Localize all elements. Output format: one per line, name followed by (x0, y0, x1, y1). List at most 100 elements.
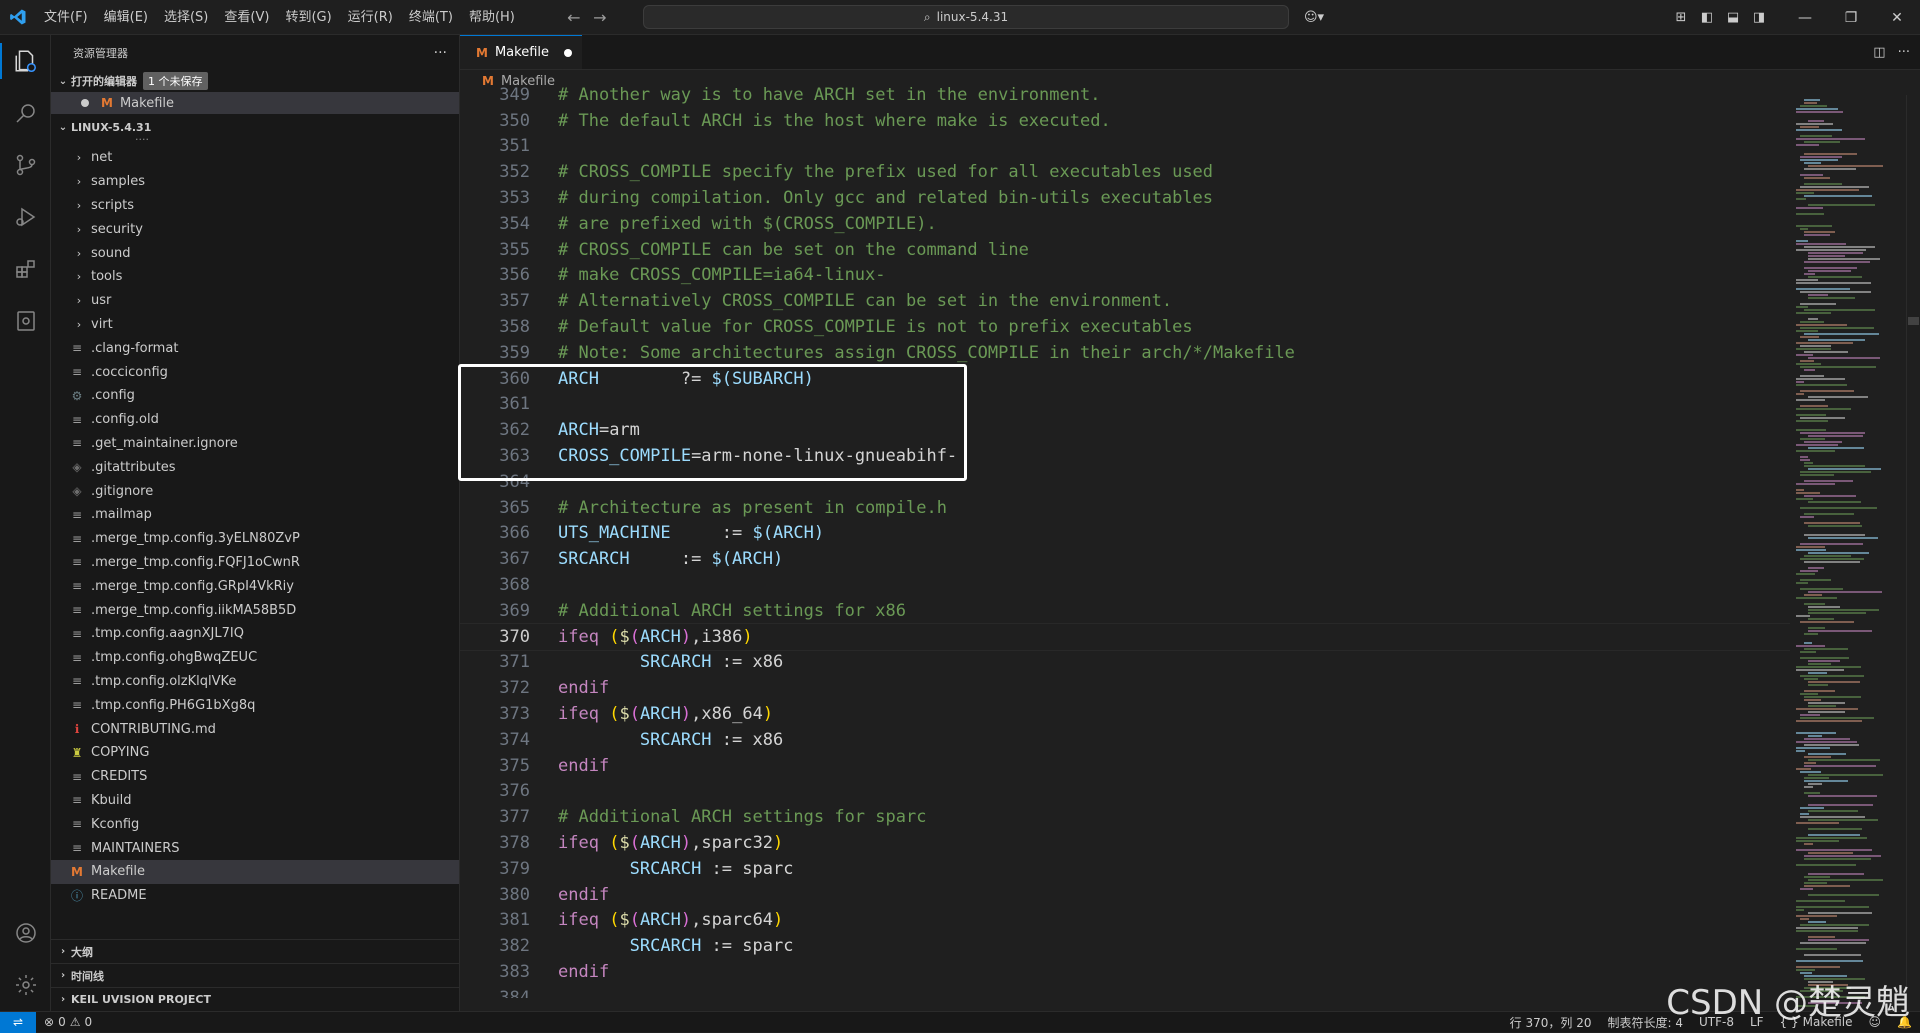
code-line[interactable]: 354 # are prefixed with $(CROSS_COMPILE). (460, 211, 1790, 237)
file-item[interactable]: ≡ .config.old (51, 408, 459, 432)
vertical-scrollbar[interactable] (1906, 95, 1920, 1011)
file-item[interactable]: ≡ .merge_tmp.config.FQFJ1oCwnR (51, 551, 459, 575)
code-line[interactable]: 350 # The default ARCH is the host where … (460, 108, 1790, 134)
code-line[interactable]: 382 SRCARCH := sparc (460, 933, 1790, 959)
remote-indicator-icon[interactable]: ⇌ (0, 1011, 36, 1033)
code-line[interactable]: 366 UTS_MACHINE := $(ARCH) (460, 521, 1790, 547)
code-line[interactable]: 367 SRCARCH := $(ARCH) (460, 546, 1790, 572)
command-center-search[interactable]: ⌕ linux-5.4.31 (643, 5, 1289, 29)
file-item[interactable]: ♜ COPYING (51, 741, 459, 765)
open-editors-section[interactable]: ⌄ 打开的编辑器 1 个未保存 (51, 70, 459, 92)
code-line[interactable]: 359 # Note: Some architectures assign CRO… (460, 340, 1790, 366)
close-button[interactable]: ✕ (1874, 0, 1920, 35)
file-item[interactable]: ◈ .gitignore (51, 479, 459, 503)
file-item[interactable]: ℹ CONTRIBUTING.md (51, 717, 459, 741)
folder-item[interactable]: › sound (51, 241, 459, 265)
tab-size[interactable]: 制表符长度: 4 (1599, 1014, 1691, 1031)
folder-item[interactable]: › net (51, 146, 459, 170)
file-item[interactable]: ≡ .tmp.config.ohgBwqZEUC (51, 646, 459, 670)
file-item[interactable]: ≡ .tmp.config.olzKlqlVKe (51, 670, 459, 694)
code-line[interactable]: 376 (460, 779, 1790, 805)
minimize-button[interactable]: — (1782, 0, 1828, 35)
toggle-primary-sidebar-icon[interactable]: ◧ (1694, 0, 1720, 35)
file-item[interactable]: ≡ .cocciconfig (51, 360, 459, 384)
menu-item[interactable]: 帮助(H) (461, 0, 523, 35)
back-arrow-icon[interactable]: ← (561, 8, 587, 27)
code-line[interactable]: 384 (460, 985, 1790, 998)
menu-item[interactable]: 转到(G) (277, 0, 339, 35)
toggle-panel-icon[interactable]: ⬓ (1720, 0, 1746, 35)
code-line[interactable]: 368 (460, 572, 1790, 598)
explorer-icon[interactable] (0, 35, 51, 87)
folder-item[interactable]: › usr (51, 289, 459, 313)
file-item[interactable]: ≡ CREDITS (51, 765, 459, 789)
code-line[interactable]: 363 CROSS_COMPILE=arm-none-linux-gnueabih… (460, 443, 1790, 469)
menu-item[interactable]: 终端(T) (401, 0, 461, 35)
minimap[interactable] (1790, 95, 1905, 1011)
more-actions-icon[interactable]: ··· (1898, 45, 1910, 60)
problems-indicator[interactable]: ⊗ 0 ⚠ 0 (36, 1015, 100, 1029)
search-icon[interactable] (0, 87, 51, 139)
file-item[interactable]: ≡ Kconfig (51, 812, 459, 836)
code-line[interactable]: 378 ifeq ($(ARCH),sparc32) (460, 830, 1790, 856)
file-item[interactable]: ≡ .tmp.config.PH6G1bXg8q (51, 693, 459, 717)
code-line[interactable]: 377 # Additional ARCH settings for sparc (460, 804, 1790, 830)
toggle-secondary-sidebar-icon[interactable]: ◨ (1746, 0, 1772, 35)
file-item[interactable]: ≡ .merge_tmp.config.GRpI4VkRiy (51, 574, 459, 598)
sidebar-section[interactable]: › KEIL UVISION PROJECT (51, 987, 459, 1011)
menu-item[interactable]: 文件(F) (36, 0, 96, 35)
file-item[interactable]: ≡ .merge_tmp.config.3yELN80ZvP (51, 527, 459, 551)
file-item[interactable]: ◈ .gitattributes (51, 455, 459, 479)
end-of-line[interactable]: LF (1742, 1015, 1772, 1029)
extensions-icon[interactable] (0, 243, 51, 295)
file-item[interactable]: ≡ .merge_tmp.config.iikMA58B5D (51, 598, 459, 622)
file-item[interactable]: ≡ .get_maintainer.ignore (51, 432, 459, 456)
forward-arrow-icon[interactable]: → (587, 8, 613, 27)
code-line[interactable]: 375 endif (460, 753, 1790, 779)
restore-button[interactable]: ❐ (1828, 0, 1874, 35)
code-line[interactable]: 353 # during compilation. Only gcc and re… (460, 185, 1790, 211)
code-line[interactable]: 379 SRCARCH := sparc (460, 856, 1790, 882)
file-item[interactable]: ⚙ .config (51, 384, 459, 408)
file-item[interactable]: ≡ MAINTAINERS (51, 836, 459, 860)
file-item[interactable]: ≡ Kbuild (51, 789, 459, 813)
file-item[interactable]: ⓘ README (51, 884, 459, 908)
code-line[interactable]: 361 (460, 392, 1790, 418)
feedback-icon[interactable]: ☺ (1861, 1015, 1890, 1029)
code-line[interactable]: 352 # CROSS_COMPILE specify the prefix us… (460, 159, 1790, 185)
source-control-icon[interactable] (0, 139, 51, 191)
account-icon[interactable] (0, 907, 51, 959)
menu-item[interactable]: 运行(R) (340, 0, 401, 35)
folder-item[interactable]: › samples (51, 170, 459, 194)
code-line[interactable]: 381 ifeq ($(ARCH),sparc64) (460, 908, 1790, 934)
more-actions-icon[interactable]: ··· (434, 45, 447, 61)
encoding[interactable]: UTF-8 (1691, 1015, 1742, 1029)
code-editor[interactable]: 349 # Another way is to have ARCH set in … (460, 82, 1790, 998)
code-line[interactable]: 365 # Architecture as present in compile.… (460, 495, 1790, 521)
code-line[interactable]: 356 # make CROSS_COMPILE=ia64-linux- (460, 263, 1790, 289)
menu-item[interactable]: 查看(V) (216, 0, 277, 35)
file-item[interactable]: ≡ .clang-format (51, 336, 459, 360)
code-line[interactable]: 371 SRCARCH := x86 (460, 650, 1790, 676)
project-section[interactable]: ⌄ LINUX-5.4.31 (51, 116, 459, 138)
folder-item[interactable]: › tools (51, 265, 459, 289)
code-line[interactable]: 369 # Additional ARCH settings for x86 (460, 598, 1790, 624)
sidebar-section[interactable]: › 大纲 (51, 939, 459, 963)
code-line[interactable]: 362 ARCH=arm (460, 417, 1790, 443)
code-line[interactable]: 355 # CROSS_COMPILE can be set on the com… (460, 237, 1790, 263)
tab-makefile[interactable]: M Makefile (460, 35, 582, 69)
menu-item[interactable]: 编辑(E) (96, 0, 156, 35)
copilot-icon[interactable]: ☺▾ (1304, 0, 1324, 35)
code-line[interactable]: 383 endif (460, 959, 1790, 985)
code-line[interactable]: 380 endif (460, 882, 1790, 908)
open-editor-item[interactable]: M Makefile (51, 92, 459, 114)
code-line[interactable]: 373 ifeq ($(ARCH),x86_64) (460, 701, 1790, 727)
remote-explorer-icon[interactable] (0, 295, 51, 347)
code-line[interactable]: 349 # Another way is to have ARCH set in … (460, 82, 1790, 108)
code-line[interactable]: 374 SRCARCH := x86 (460, 727, 1790, 753)
scrollbar-thumb[interactable] (1908, 317, 1919, 325)
code-line[interactable]: 372 endif (460, 675, 1790, 701)
code-line[interactable]: 360 ARCH ?= $(SUBARCH) (460, 366, 1790, 392)
folder-item[interactable]: › scripts (51, 194, 459, 218)
file-item[interactable]: ≡ .mailmap (51, 503, 459, 527)
